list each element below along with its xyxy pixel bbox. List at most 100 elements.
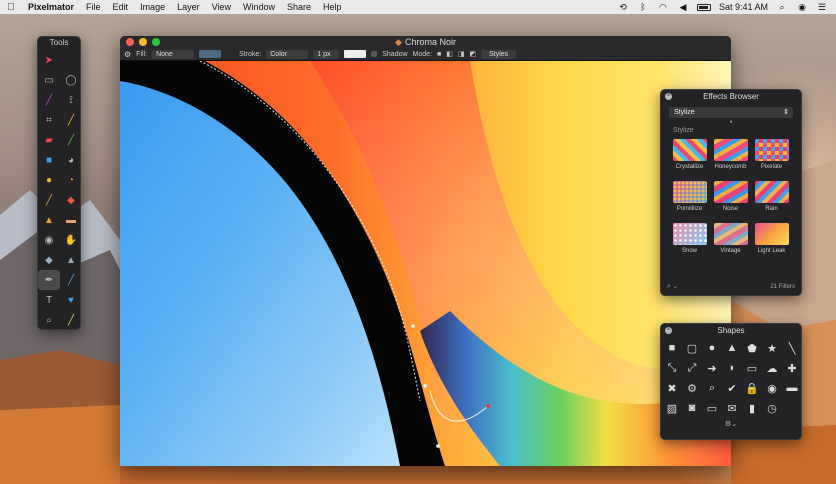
- clock-shape-icon[interactable]: ◷: [762, 398, 782, 418]
- time-machine-icon[interactable]: ⟲: [617, 2, 629, 12]
- gear-icon[interactable]: ⚙: [124, 50, 131, 59]
- canvas-area[interactable]: [120, 60, 731, 466]
- callout-shape-icon[interactable]: ▭: [742, 358, 762, 378]
- lasso-icon[interactable]: ⟟: [60, 90, 82, 110]
- mode-intersect-icon[interactable]: ◩: [470, 50, 477, 58]
- effects-search-bar[interactable]: ⌕ ⌄ 21 Filters: [667, 282, 795, 291]
- rounded-square-shape-icon[interactable]: ▢: [682, 338, 702, 358]
- lock-shape-icon[interactable]: 🔒: [742, 378, 762, 398]
- menu-file[interactable]: File: [80, 2, 107, 12]
- pentagon-shape-icon[interactable]: ⬟: [742, 338, 762, 358]
- color-picker-icon[interactable]: ╱: [60, 110, 82, 130]
- menu-view[interactable]: View: [206, 2, 237, 12]
- sharpen-icon[interactable]: ▲: [60, 250, 82, 270]
- stroke-size-field[interactable]: 1 px: [313, 49, 340, 59]
- star-shape-icon[interactable]: ★: [762, 338, 782, 358]
- fill-icon[interactable]: ●: [38, 170, 60, 190]
- stamp-icon[interactable]: ▲: [38, 210, 60, 230]
- spotlight-icon[interactable]: ⌕: [776, 2, 788, 12]
- eraser-red-icon[interactable]: ▰: [38, 130, 60, 150]
- effect-tile[interactable]: Rain: [751, 180, 792, 222]
- effect-tile[interactable]: Honeycomb: [710, 138, 751, 180]
- close-icon[interactable]: ×: [665, 327, 672, 334]
- notification-center-icon[interactable]: ☰: [816, 2, 828, 12]
- battery-icon[interactable]: [696, 3, 711, 11]
- effects-category-select[interactable]: Stylize ⇕: [669, 107, 793, 118]
- crop-icon[interactable]: ⌗: [38, 110, 60, 130]
- effect-tile[interactable]: Pointillize: [669, 180, 710, 222]
- fill-color-swatch[interactable]: [199, 50, 222, 58]
- arrow-tool-icon[interactable]: ➤: [38, 50, 60, 70]
- styles-button[interactable]: Styles: [481, 49, 517, 59]
- clock[interactable]: Sat 9:41 AM: [719, 2, 768, 12]
- shapes-settings-icon[interactable]: ⚙⌄: [661, 420, 801, 428]
- smudge-icon[interactable]: ✋: [60, 230, 82, 250]
- folder-shape-icon[interactable]: ▬: [782, 378, 802, 398]
- siri-icon[interactable]: ◉: [796, 2, 808, 12]
- anchor-point[interactable]: [436, 444, 440, 448]
- line-shape-icon[interactable]: ╲: [782, 338, 802, 358]
- wifi-icon[interactable]: ◠: [657, 2, 669, 12]
- gradient-icon[interactable]: ◕: [60, 150, 82, 170]
- menu-help[interactable]: Help: [317, 2, 348, 12]
- anchor-point[interactable]: [411, 324, 415, 328]
- circle-shape-icon[interactable]: ●: [702, 338, 722, 358]
- monitor-shape-icon[interactable]: ▭: [702, 398, 722, 418]
- blur-drop-icon[interactable]: ◆: [38, 250, 60, 270]
- checkmark-shape-icon[interactable]: ✔: [722, 378, 742, 398]
- cloud-shape-icon[interactable]: ☁: [762, 358, 782, 378]
- bluetooth-icon[interactable]: ᛒ: [637, 2, 649, 12]
- menu-layer[interactable]: Layer: [171, 2, 206, 12]
- brush-icon[interactable]: ╱: [38, 190, 60, 210]
- zoom-tool-icon[interactable]: ⌕: [38, 310, 60, 330]
- cross-shape-icon[interactable]: ✖: [662, 378, 682, 398]
- effect-tile[interactable]: Noise: [710, 180, 751, 222]
- arrow-shape-icon[interactable]: ➜: [702, 358, 722, 378]
- color-wells-icon[interactable]: ╱: [60, 310, 82, 330]
- triangle-shape-icon[interactable]: ▲: [722, 338, 742, 358]
- green-pencil-icon[interactable]: ╱: [60, 130, 82, 150]
- gear-shape-icon[interactable]: ⚙: [682, 378, 702, 398]
- square-shape-icon[interactable]: ■: [662, 338, 682, 358]
- volume-icon[interactable]: ◀: [677, 2, 689, 12]
- paint-bucket-icon[interactable]: ■: [38, 150, 60, 170]
- ellipse-select-icon[interactable]: ◯: [60, 70, 82, 90]
- mode-combine-icon[interactable]: ◧: [446, 50, 453, 58]
- effect-tile[interactable]: Pixelate: [751, 138, 792, 180]
- rect-select-icon[interactable]: ▭: [38, 70, 60, 90]
- effect-tile[interactable]: Light Leak: [751, 222, 792, 264]
- mode-square-icon[interactable]: ■: [437, 51, 441, 58]
- eye-shape-icon[interactable]: ◉: [762, 378, 782, 398]
- effect-tile[interactable]: Snow: [669, 222, 710, 264]
- bookmark-shape-icon[interactable]: ▮: [742, 398, 762, 418]
- shadow-checkbox[interactable]: [371, 51, 378, 57]
- diagonal-arrow-shape-icon[interactable]: ⤢: [682, 358, 702, 378]
- fill-select[interactable]: None: [152, 49, 195, 59]
- envelope-shape-icon[interactable]: ✉: [722, 398, 742, 418]
- double-arrow-shape-icon[interactable]: ⤡: [662, 358, 682, 378]
- mode-subtract-icon[interactable]: ◨: [458, 50, 465, 58]
- speech-bubble-shape-icon[interactable]: ◗: [722, 358, 742, 378]
- menu-share[interactable]: Share: [281, 2, 317, 12]
- menu-app[interactable]: Pixelmator: [22, 2, 80, 12]
- camera-shape-icon[interactable]: ◙: [682, 398, 702, 418]
- stroke-color-swatch[interactable]: [344, 50, 367, 58]
- plus-shape-icon[interactable]: ✚: [782, 358, 802, 378]
- menu-window[interactable]: Window: [237, 2, 281, 12]
- type-tool-icon[interactable]: T: [38, 290, 60, 310]
- anchor-point[interactable]: [423, 384, 427, 388]
- stroke-select[interactable]: Color: [266, 49, 309, 59]
- shape-tool-icon[interactable]: ♥: [60, 290, 82, 310]
- selected-anchor-point[interactable]: [486, 404, 490, 408]
- drop-icon[interactable]: ◆: [60, 190, 82, 210]
- magnifier-shape-icon[interactable]: ⌕: [702, 378, 722, 398]
- menu-image[interactable]: Image: [134, 2, 171, 12]
- effect-tile[interactable]: Vintage: [710, 222, 751, 264]
- pen-tool-icon[interactable]: ✒: [38, 270, 60, 290]
- bandage-icon[interactable]: ▬: [60, 210, 82, 230]
- effect-tile[interactable]: Crystallize: [669, 138, 710, 180]
- sponge-icon[interactable]: ◔: [60, 170, 82, 190]
- menu-edit[interactable]: Edit: [107, 2, 135, 12]
- eye-icon[interactable]: ◉: [38, 230, 60, 250]
- close-icon[interactable]: ×: [665, 93, 672, 100]
